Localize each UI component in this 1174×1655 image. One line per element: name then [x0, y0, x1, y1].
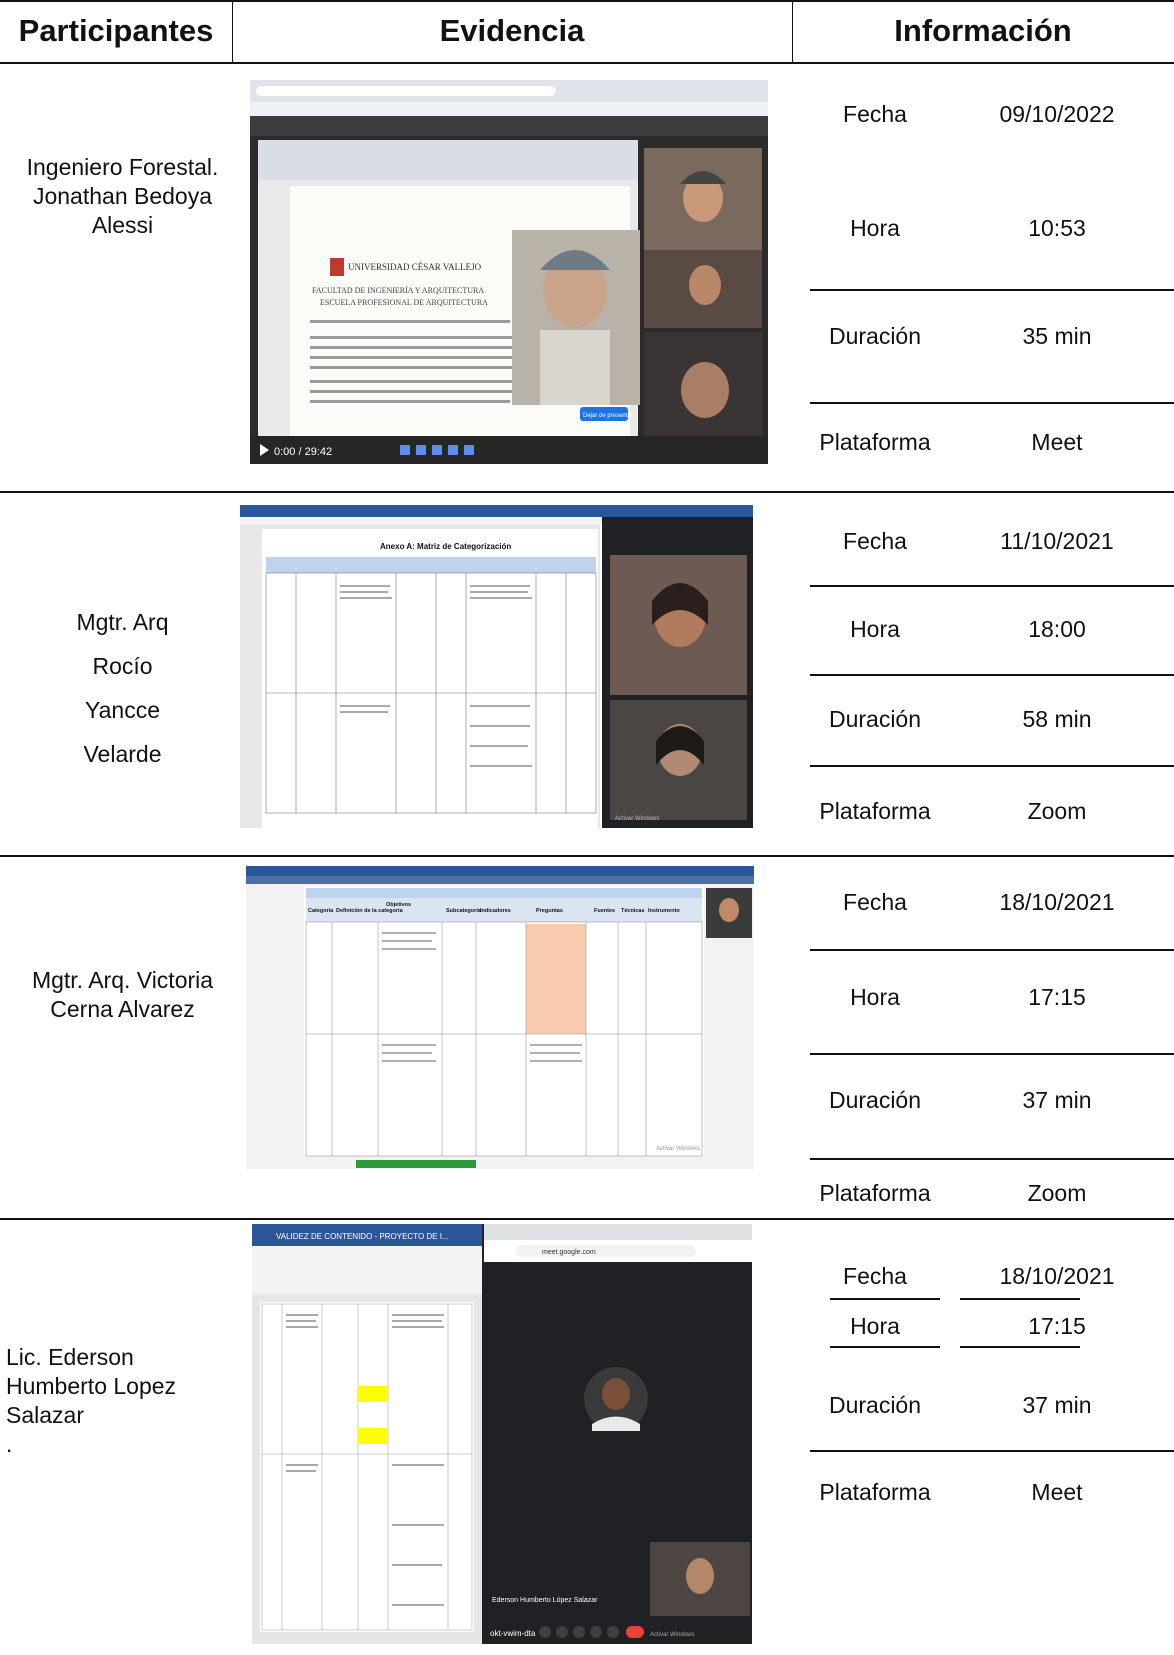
- info-fecha: Fecha 18/10/2021: [843, 888, 1115, 915]
- participant-1: Ingeniero Forestal. Jonathan Bedoya Ales…: [0, 153, 245, 240]
- info-divider: [830, 1346, 940, 1348]
- header-evidencia: Evidencia: [439, 13, 585, 48]
- participant-line: .: [6, 1431, 13, 1457]
- info-divider: [810, 949, 1174, 951]
- table-rule: [0, 855, 1174, 857]
- info-divider: [810, 765, 1174, 767]
- table-rule: [0, 62, 1174, 64]
- svg-text:Categoría: Categoría: [308, 908, 334, 914]
- table-rule: [0, 491, 1174, 493]
- participant-line: Alessi: [91, 212, 154, 238]
- info-duracion: Duración 35 min: [828, 322, 1092, 349]
- info-duracion: Duración 58 min: [828, 705, 1092, 732]
- participant-line: Velarde: [83, 741, 162, 767]
- video-time: 0:00 / 29:42: [274, 446, 332, 458]
- svg-text:Subcategoría: Subcategoría: [446, 908, 482, 914]
- info-divider: [810, 585, 1174, 587]
- info-fecha: Fecha 11/10/2021: [843, 527, 1114, 554]
- participant-line: Rocío: [92, 653, 153, 679]
- info-divider: [810, 1450, 1174, 1452]
- svg-text:ESCUELA PROFESIONAL DE ARQUITE: ESCUELA PROFESIONAL DE ARQUITECTURA: [320, 298, 488, 307]
- info-plataforma: Plataforma Meet: [819, 428, 1083, 455]
- svg-text:Definición de la categoría: Definición de la categoría: [336, 908, 404, 914]
- participant-line: Ingeniero Forestal.: [26, 154, 219, 180]
- svg-text:Preguntas: Preguntas: [536, 908, 563, 914]
- participant-line: Cerna Alvarez: [50, 996, 195, 1022]
- svg-text:Dejar de presentar: Dejar de presentar: [583, 413, 633, 419]
- participant-line: Mgtr. Arq. Victoria: [31, 967, 214, 993]
- evidence-screenshot-3: Categoría Definición de la categoría Obj…: [246, 866, 754, 1169]
- participant-line: Jonathan Bedoya: [32, 183, 213, 209]
- info-hora: Hora 18:00: [850, 615, 1086, 642]
- evidence-screenshot-1: UNIVERSIDAD CÉSAR VALLEJO FACULTAD DE IN…: [250, 80, 768, 464]
- info-duracion: Duración 37 min: [828, 1086, 1092, 1113]
- url-bar: meet.google.com: [542, 1249, 596, 1256]
- info-divider: [810, 1053, 1174, 1055]
- participant-3: Mgtr. Arq. Victoria Cerna Alvarez: [0, 966, 245, 1024]
- windows-watermark: Activar Windows: [656, 1146, 700, 1152]
- svg-text:FACULTAD DE INGENIERÍA Y ARQUI: FACULTAD DE INGENIERÍA Y ARQUITECTURA: [312, 285, 484, 295]
- info-plataforma: Plataforma Meet: [819, 1478, 1083, 1505]
- info-divider: [960, 1346, 1080, 1348]
- info-fecha: Fecha 09/10/2022: [843, 100, 1115, 127]
- info-plataforma: Plataforma Zoom: [819, 797, 1087, 824]
- participant-line: Yancce: [84, 697, 160, 723]
- header-divider: [792, 0, 793, 62]
- participant-4: Lic. Ederson Humberto Lopez Salazar .: [6, 1343, 251, 1459]
- doc-title: UNIVERSIDAD CÉSAR VALLEJO: [348, 262, 482, 272]
- info-duracion: Duración 37 min: [828, 1391, 1092, 1418]
- table-rule: [0, 0, 1174, 2]
- header-participantes: Participantes: [18, 13, 214, 48]
- svg-text:Instrumento: Instrumento: [648, 908, 680, 914]
- participant-line: Mgtr. Arq: [76, 609, 169, 635]
- participant-line: Salazar: [6, 1402, 84, 1428]
- header-divider: [232, 0, 233, 62]
- windows-watermark: Activar Windows: [650, 1632, 694, 1638]
- info-plataforma: Plataforma Zoom: [819, 1179, 1087, 1206]
- windows-watermark: Activar Windows: [615, 816, 659, 822]
- svg-text:Técnicas: Técnicas: [621, 908, 645, 914]
- info-fecha: Fecha 18/10/2021: [843, 1262, 1115, 1289]
- info-divider: [810, 674, 1174, 676]
- word-title: VALIDEZ DE CONTENIDO - PROYECTO DE I...: [276, 1232, 449, 1241]
- evidence-screenshot-4: VALIDEZ DE CONTENIDO - PROYECTO DE I... …: [252, 1224, 752, 1644]
- caller-name: Ederson Humberto López Salazar: [492, 1597, 598, 1604]
- svg-text:Indicadores: Indicadores: [480, 908, 511, 914]
- info-hora: Hora 10:53: [850, 214, 1086, 241]
- info-hora: Hora 17:15: [850, 983, 1086, 1010]
- evidence-screenshot-2: Anexo A: Matriz de Categorización Activa…: [240, 505, 753, 828]
- participant-line: Lic. Ederson: [6, 1344, 134, 1370]
- svg-text:Objetivos: Objetivos: [386, 902, 411, 908]
- participant-line: Humberto Lopez: [6, 1373, 177, 1399]
- header-informacion: Información: [894, 13, 1072, 48]
- info-divider: [810, 1158, 1174, 1160]
- participant-2: Mgtr. Arq Rocío Yancce Velarde: [0, 600, 245, 776]
- meeting-code: okt-vwim-dta: [490, 1629, 536, 1638]
- svg-text:Fuentes: Fuentes: [594, 908, 615, 914]
- info-divider: [810, 402, 1174, 404]
- doc-title: Anexo A: Matriz de Categorización: [380, 542, 511, 551]
- info-divider: [810, 289, 1174, 291]
